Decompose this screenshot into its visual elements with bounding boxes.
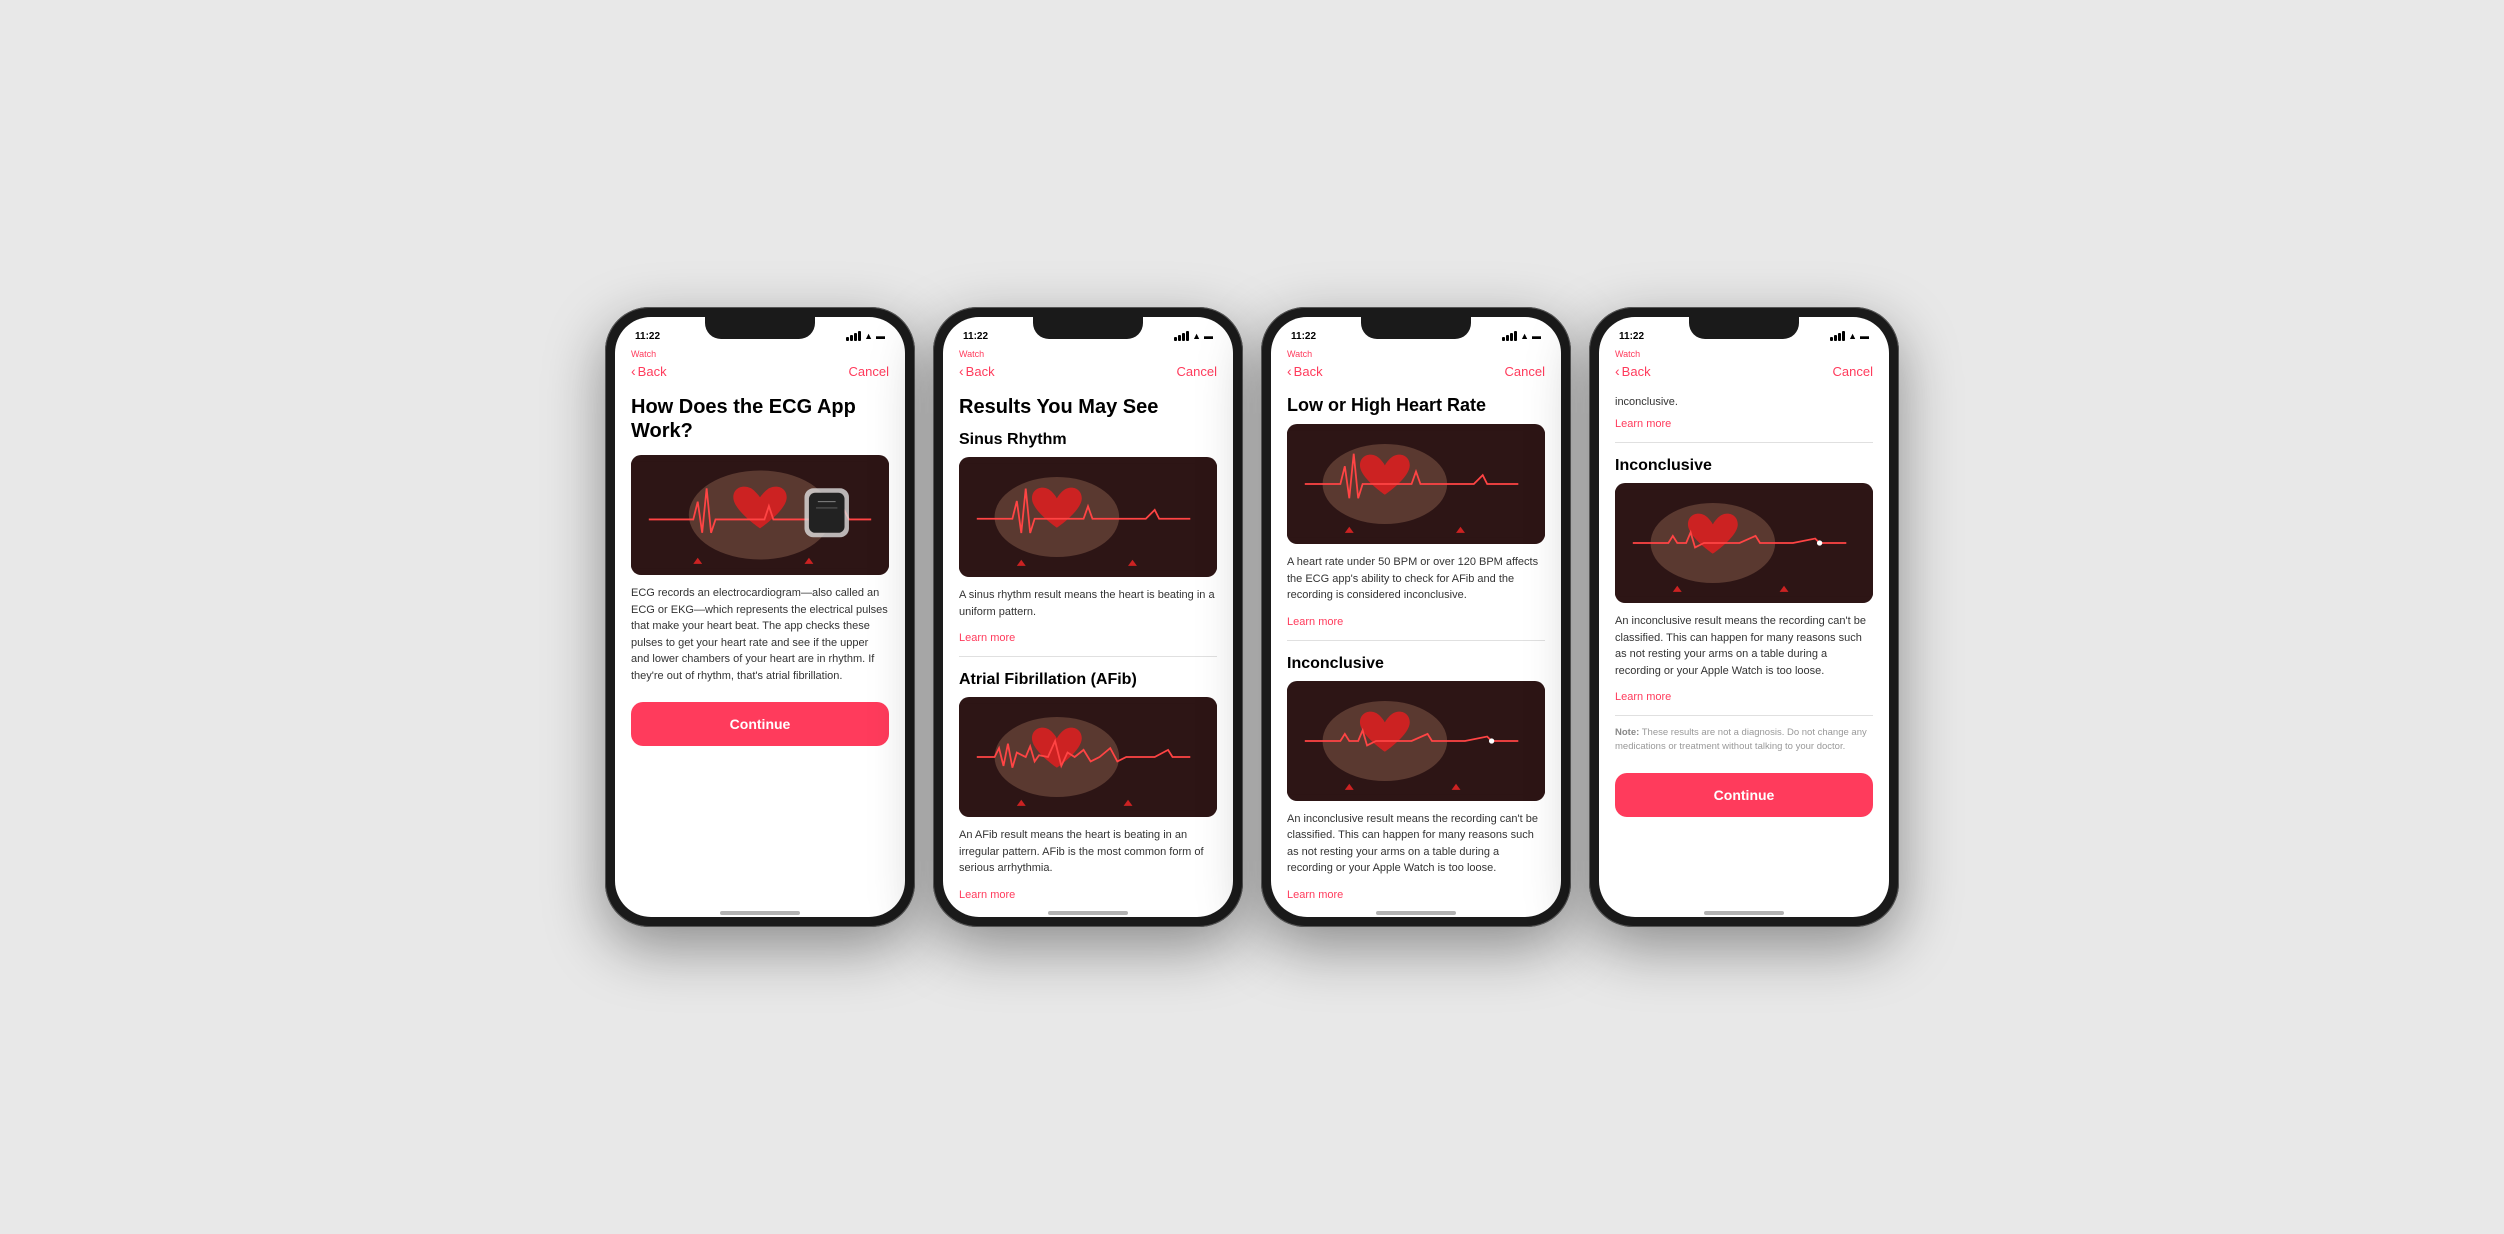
partial-text-4: inconclusive. <box>1615 395 1873 410</box>
divider-4 <box>1615 442 1873 443</box>
signal-3 <box>1502 331 1517 341</box>
phone-1: 11:22 ▲ ▬ Watch ‹ Back <box>605 307 915 927</box>
note-body-4: These results are not a diagnosis. Do no… <box>1615 727 1867 751</box>
phone-3: 11:22 ▲ ▬ Watch ‹ Back <box>1261 307 1571 927</box>
section-title-4: Inconclusive <box>1615 457 1873 475</box>
home-indicator-1 <box>720 911 800 915</box>
divider-3 <box>1287 640 1545 641</box>
notch-4 <box>1689 317 1799 339</box>
page-title-1: How Does the ECG App Work? <box>631 395 889 443</box>
screen-2-content: Results You May See Sinus Rhythm A sinus… <box>943 385 1233 905</box>
phones-container: 11:22 ▲ ▬ Watch ‹ Back <box>605 307 1899 927</box>
chevron-icon-1: ‹ <box>631 363 636 379</box>
time-2: 11:22 <box>963 331 988 342</box>
wifi-icon-4: ▲ <box>1848 331 1857 341</box>
screen-3-content: Low or High Heart Rate A heart rate unde… <box>1271 385 1561 905</box>
body-text-3-1: A heart rate under 50 BPM or over 120 BP… <box>1287 554 1545 604</box>
signal-4 <box>1830 331 1845 341</box>
chevron-icon-2: ‹ <box>959 363 964 379</box>
ecg-illustration-3-2 <box>1287 681 1545 801</box>
wifi-icon-1: ▲ <box>864 331 873 341</box>
body-text-2-1: A sinus rhythm result means the heart is… <box>959 587 1217 620</box>
body-text-1: ECG records an electrocardiogram—also ca… <box>631 585 889 684</box>
learn-more-2-2[interactable]: Learn more <box>959 889 1015 901</box>
cancel-button-3[interactable]: Cancel <box>1505 364 1545 379</box>
screen-4-content: inconclusive. Learn more Inconclusive <box>1599 385 1889 905</box>
back-button-3[interactable]: ‹ Back <box>1287 363 1323 379</box>
notch-3 <box>1361 317 1471 339</box>
note-text-4: Note: These results are not a diagnosis.… <box>1615 726 1873 753</box>
section-title-3-2: Inconclusive <box>1287 655 1545 673</box>
signal-1 <box>846 331 861 341</box>
learn-more-3-1[interactable]: Learn more <box>1287 616 1343 628</box>
status-icons-4: ▲ ▬ <box>1830 331 1869 341</box>
cancel-button-4[interactable]: Cancel <box>1833 364 1873 379</box>
time-3: 11:22 <box>1291 331 1316 342</box>
chevron-icon-4: ‹ <box>1615 363 1620 379</box>
nav-bar-2: ‹ Back Cancel <box>943 361 1233 385</box>
ecg-illustration-2-2 <box>959 697 1217 817</box>
chevron-icon-3: ‹ <box>1287 363 1292 379</box>
notch-2 <box>1033 317 1143 339</box>
signal-2 <box>1174 331 1189 341</box>
phone-4: 11:22 ▲ ▬ Watch ‹ Back <box>1589 307 1899 927</box>
notch-1 <box>705 317 815 339</box>
ecg-illustration-2-1 <box>959 457 1217 577</box>
section-title-2-2: Atrial Fibrillation (AFib) <box>959 671 1217 689</box>
phone-3-screen: 11:22 ▲ ▬ Watch ‹ Back <box>1271 317 1561 917</box>
nav-bar-1: ‹ Back Cancel <box>615 361 905 385</box>
section-title-3-1: Low or High Heart Rate <box>1287 395 1545 416</box>
network-label-4: Watch <box>1599 349 1889 361</box>
learn-more-4-top[interactable]: Learn more <box>1615 418 1671 430</box>
status-icons-2: ▲ ▬ <box>1174 331 1213 341</box>
body-text-4: An inconclusive result means the recordi… <box>1615 613 1873 679</box>
home-indicator-4 <box>1704 911 1784 915</box>
battery-icon-3: ▬ <box>1532 331 1541 341</box>
battery-icon-4: ▬ <box>1860 331 1869 341</box>
time-1: 11:22 <box>635 331 660 342</box>
ecg-illustration-4 <box>1615 483 1873 603</box>
phone-2-screen: 11:22 ▲ ▬ Watch ‹ Back <box>943 317 1233 917</box>
wifi-icon-2: ▲ <box>1192 331 1201 341</box>
back-button-1[interactable]: ‹ Back <box>631 363 667 379</box>
network-label-3: Watch <box>1271 349 1561 361</box>
body-text-3-2: An inconclusive result means the recordi… <box>1287 811 1545 877</box>
learn-more-3-2[interactable]: Learn more <box>1287 889 1343 901</box>
note-label-4: Note: <box>1615 727 1639 738</box>
ecg-illustration-1 <box>631 455 889 575</box>
learn-more-4-section[interactable]: Learn more <box>1615 691 1671 703</box>
cancel-button-2[interactable]: Cancel <box>1177 364 1217 379</box>
time-4: 11:22 <box>1619 331 1644 342</box>
nav-bar-4: ‹ Back Cancel <box>1599 361 1889 385</box>
back-button-4[interactable]: ‹ Back <box>1615 363 1651 379</box>
network-label-1: Watch <box>615 349 905 361</box>
divider-2 <box>959 656 1217 657</box>
status-icons-3: ▲ ▬ <box>1502 331 1541 341</box>
wifi-icon-3: ▲ <box>1520 331 1529 341</box>
cancel-button-1[interactable]: Cancel <box>849 364 889 379</box>
network-label-2: Watch <box>943 349 1233 361</box>
ecg-illustration-3-1 <box>1287 424 1545 544</box>
learn-more-2-1[interactable]: Learn more <box>959 632 1015 644</box>
phone-4-screen: 11:22 ▲ ▬ Watch ‹ Back <box>1599 317 1889 917</box>
home-indicator-3 <box>1376 911 1456 915</box>
phone-1-screen: 11:22 ▲ ▬ Watch ‹ Back <box>615 317 905 917</box>
continue-button-1[interactable]: Continue <box>631 702 889 746</box>
home-indicator-2 <box>1048 911 1128 915</box>
page-title-2: Results You May See <box>959 395 1217 419</box>
phone-2: 11:22 ▲ ▬ Watch ‹ Back <box>933 307 1243 927</box>
nav-bar-3: ‹ Back Cancel <box>1271 361 1561 385</box>
body-text-2-2: An AFib result means the heart is beatin… <box>959 827 1217 877</box>
continue-button-4[interactable]: Continue <box>1615 773 1873 817</box>
section-title-2-1: Sinus Rhythm <box>959 431 1217 449</box>
status-icons-1: ▲ ▬ <box>846 331 885 341</box>
battery-icon-2: ▬ <box>1204 331 1213 341</box>
back-button-2[interactable]: ‹ Back <box>959 363 995 379</box>
battery-icon-1: ▬ <box>876 331 885 341</box>
screen-1-content: How Does the ECG App Work? <box>615 385 905 905</box>
divider-4-2 <box>1615 715 1873 716</box>
